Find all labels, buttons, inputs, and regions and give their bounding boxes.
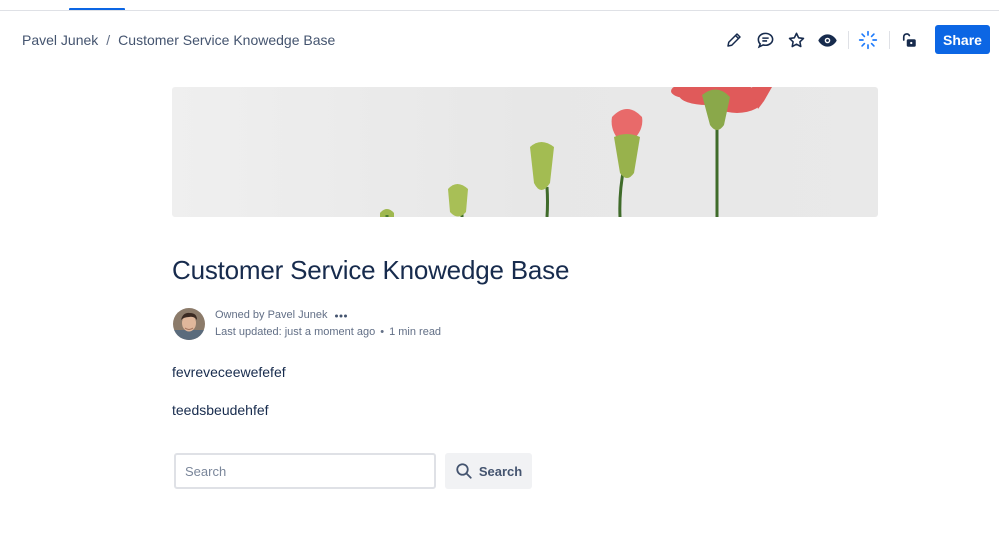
star-button[interactable]	[784, 28, 808, 52]
page-toolbar	[722, 25, 928, 55]
user-avatar-icon	[173, 308, 205, 340]
avatar[interactable]	[173, 308, 205, 340]
pencil-icon	[727, 33, 741, 47]
loading-spinner-icon	[858, 30, 878, 50]
eye-icon	[817, 33, 837, 47]
share-button[interactable]: Share	[935, 25, 990, 54]
toolbar-divider-2	[889, 31, 890, 49]
watch-button[interactable]	[815, 28, 839, 52]
breadcrumb-separator: /	[106, 32, 111, 48]
comments-button[interactable]	[753, 28, 777, 52]
last-updated-text[interactable]: Last updated: just a moment ago	[215, 326, 375, 338]
search-icon	[456, 463, 472, 479]
header-image	[172, 87, 878, 217]
more-horizontal-icon	[334, 314, 347, 317]
carnation-flowers-image	[380, 87, 772, 217]
breadcrumb-space-link[interactable]: Pavel Junek	[22, 32, 98, 48]
meta-dot: •	[380, 326, 385, 338]
body-paragraph: fevreveceewefefef	[172, 364, 286, 380]
body-paragraph: teedsbeudehfef	[172, 402, 269, 418]
search-button-label: Search	[478, 463, 523, 479]
toolbar-divider	[848, 31, 849, 49]
edit-button[interactable]	[722, 28, 746, 52]
unlock-icon	[902, 33, 916, 47]
top-divider	[0, 10, 999, 11]
search-button[interactable]: Search	[445, 453, 532, 489]
restrictions-button[interactable]	[897, 28, 921, 52]
comment-icon	[757, 32, 773, 48]
search-input[interactable]	[174, 453, 436, 489]
read-time-text: 1 min read	[389, 326, 442, 338]
ai-button[interactable]	[856, 28, 880, 52]
breadcrumb-page-link[interactable]: Customer Service Knowedge Base	[118, 32, 335, 48]
page-title: Customer Service Knowedge Base	[172, 255, 570, 285]
breadcrumb: Pavel Junek / Customer Service Knowedge …	[22, 32, 335, 48]
owner-text: Owned by Pavel Junek	[215, 309, 328, 321]
page-byline: Owned by Pavel Junek Last updated: just …	[173, 307, 441, 341]
more-actions-button[interactable]	[334, 312, 348, 320]
star-icon	[788, 32, 804, 47]
